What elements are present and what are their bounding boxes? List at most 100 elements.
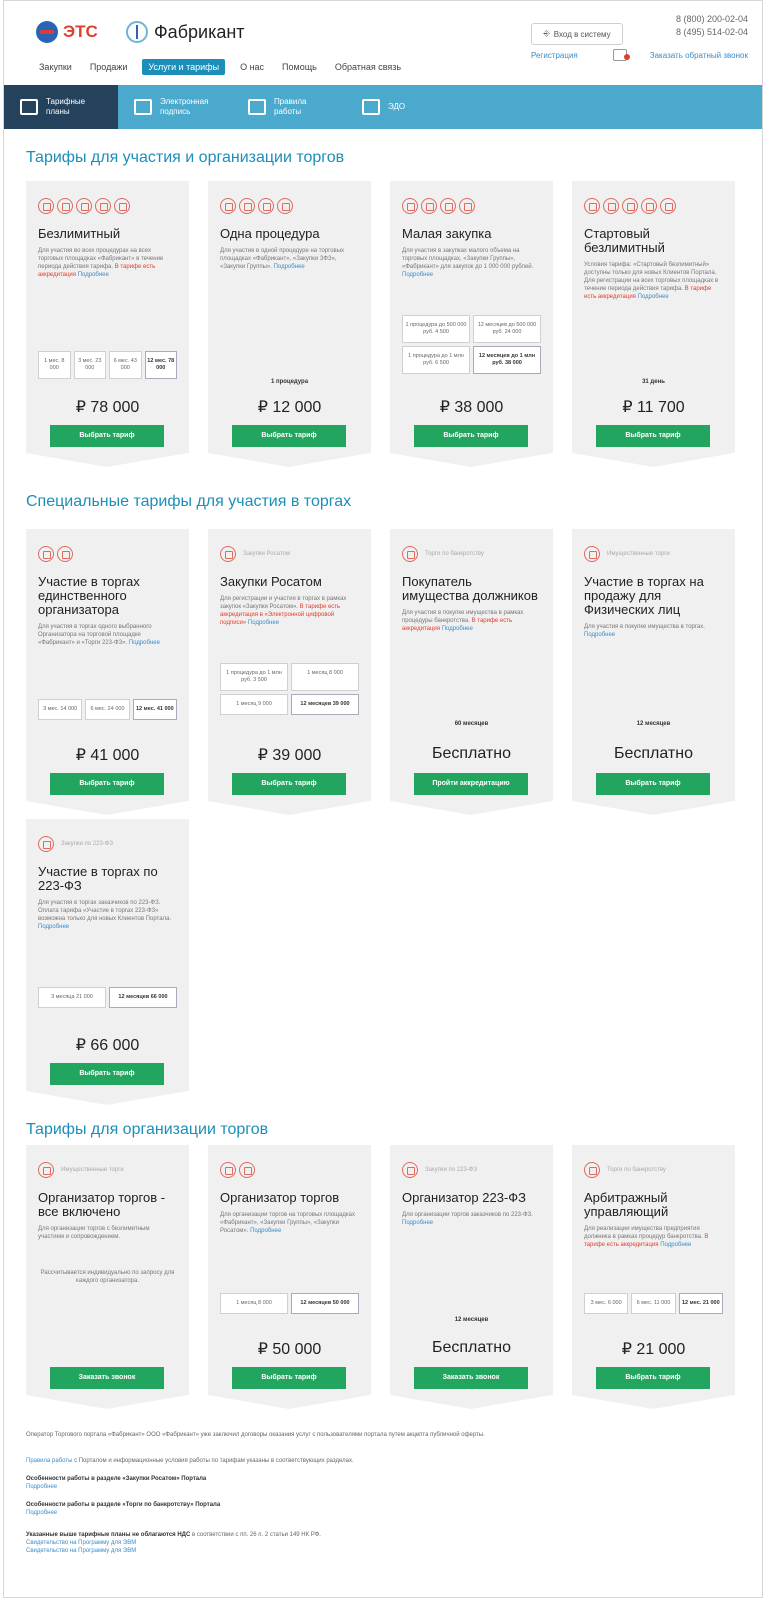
details-link[interactable]: Подробнее [638, 294, 669, 300]
tariff-card-arbitration-manager: Торги по банкротству Арбитражный управля… [572, 1145, 735, 1409]
subnav-edo[interactable]: ЭДО [346, 85, 460, 129]
nav-sales[interactable]: Продажи [87, 60, 131, 74]
bankruptcy-details-link[interactable]: Подробнее [26, 1510, 57, 1516]
request-call-button[interactable]: Заказать звонок [414, 1367, 528, 1389]
card-desc-text: Для организации торгов на торговых площа… [220, 1212, 355, 1234]
card-title: Организатор торгов - все включено [38, 1190, 166, 1219]
ets-logo[interactable]: ЭТС [36, 21, 98, 43]
card-icons [402, 197, 541, 215]
period-option-selected[interactable]: 12 месяцев 39 000 [291, 694, 359, 715]
period-label: 60 месяцев [454, 721, 489, 727]
footer-note-5: Указанные выше тарифные планы не облагаю… [26, 1531, 744, 1555]
details-link[interactable]: Подробнее [402, 272, 433, 278]
nav-about[interactable]: О нас [237, 60, 267, 74]
choose-tariff-button[interactable]: Выбрать тариф [50, 773, 164, 795]
period-option-selected[interactable]: 12 месяцев 50 000 [291, 1293, 359, 1314]
choose-tariff-button[interactable]: Выбрать тариф [414, 425, 528, 447]
details-link[interactable]: Подробнее [78, 272, 109, 278]
nav-feedback[interactable]: Обратная связь [332, 60, 404, 74]
choose-tariff-button[interactable]: Выбрать тариф [232, 1367, 346, 1389]
period-option[interactable]: 6 мес. 43 000 [109, 351, 142, 379]
period-option-selected[interactable]: 12 мес. 78 000 [144, 351, 177, 379]
tariff-card-organizer-all-inclusive: Имущественные торги Организатор торгов -… [26, 1145, 189, 1409]
period-option-selected[interactable]: 12 мес. 21 000 [678, 1293, 723, 1314]
icon-caption: Имущественные торги [607, 551, 670, 557]
card-pointer [208, 453, 370, 467]
icon-caption: Торги по банкротству [607, 1167, 666, 1173]
vat-note-text: в соответствии с пп. 26 п. 2 статьи 149 … [191, 1532, 321, 1538]
period-option[interactable]: 6 мес. 24 000 [85, 699, 130, 720]
subnav-signature[interactable]: Электронная подпись [118, 85, 232, 129]
card-title: Безлимитный [38, 226, 121, 241]
card-title: Участие в торгах на продажу для Физическ… [584, 574, 704, 617]
period-options: 1 процедура до 1 млн руб. 3 500 1 месяц … [220, 663, 359, 715]
software-certificate-link-1[interactable]: Свидетельство на Программу для ЭВМ [26, 1540, 136, 1546]
purchase-icon [402, 198, 418, 214]
period-option[interactable]: 6 мес. 11 000 [631, 1293, 676, 1314]
card-price: ₽ 66 000 [75, 1037, 140, 1054]
details-link[interactable]: Подробнее [402, 1220, 433, 1226]
fabrikant-logo[interactable]: Фабрикант [126, 21, 245, 43]
software-certificate-link-2[interactable]: Свидетельство на Программу для ЭВМ [26, 1548, 136, 1554]
period-option[interactable]: 1 процедура до 1 млн руб. 6 500 [402, 346, 470, 374]
details-link[interactable]: Подробнее [442, 626, 473, 632]
choose-tariff-button[interactable]: Выбрать тариф [50, 1063, 164, 1085]
period-option[interactable]: 1 процедура до 1 млн руб. 3 500 [220, 663, 288, 691]
period-option[interactable]: 1 мес. 8 000 [38, 351, 71, 379]
period-option[interactable]: 1 процедура до 500 000 руб. 4 500 [402, 315, 470, 343]
details-link[interactable]: Подробнее [38, 924, 69, 930]
cart-icon[interactable] [613, 49, 630, 61]
details-link[interactable]: Подробнее [584, 632, 615, 638]
details-link[interactable]: Подробнее [660, 1242, 691, 1248]
card-description: Для организации торгов с безлимитным уча… [38, 1226, 150, 1240]
period-option[interactable]: 3 месяца 21 000 [38, 987, 106, 1008]
details-link[interactable]: Подробнее [274, 264, 305, 270]
card-icons [38, 545, 177, 563]
nav-services[interactable]: Услуги и тарифы [142, 59, 226, 75]
details-link[interactable]: Подробнее [250, 1228, 281, 1234]
register-link[interactable]: Регистрация [531, 51, 578, 60]
period-option[interactable]: 1 месяц 8 000 [220, 1293, 288, 1314]
get-accreditation-button[interactable]: Пройти аккредитацию [414, 773, 528, 795]
request-call-button[interactable]: Заказать звонок [50, 1367, 164, 1389]
choose-tariff-button[interactable]: Выбрать тариф [50, 425, 164, 447]
choose-tariff-button[interactable]: Выбрать тариф [232, 425, 346, 447]
scales-icon [402, 546, 418, 562]
card-price: ₽ 11 700 [622, 399, 685, 416]
subnav-rules[interactable]: Правила работы [232, 85, 346, 129]
choose-tariff-button[interactable]: Выбрать тариф [232, 773, 346, 795]
subnav-tariffs[interactable]: Тарифные планы [4, 85, 118, 129]
card-pointer [572, 453, 734, 467]
card-price: ₽ 41 000 [75, 747, 140, 764]
period-option[interactable]: 3 мес. 6 000 [584, 1293, 629, 1314]
choose-tariff-button[interactable]: Выбрать тариф [596, 773, 710, 795]
details-link[interactable]: Подробнее [248, 620, 279, 626]
login-button[interactable]: ⎆ Вход в систему [531, 23, 623, 45]
period-option[interactable]: 1 месяц 8 000 [291, 663, 359, 691]
period-option[interactable]: 1 месяц 9 000 [220, 694, 288, 715]
card-icons [38, 197, 177, 215]
handshake-icon [459, 198, 475, 214]
icon-caption: Закупки по 223-ФЗ [425, 1167, 477, 1173]
period-option[interactable]: 3 мес. 14 000 [38, 699, 83, 720]
tariff-card-debtor-property: Торги по банкротству Покупатель имуществ… [390, 529, 553, 815]
callback-link[interactable]: Заказать обратный звонок [650, 51, 748, 60]
choose-tariff-button[interactable]: Выбрать тариф [596, 1367, 710, 1389]
site-header: ЭТС Фабрикант Закупки Продажи Услуги и т… [4, 1, 762, 85]
period-option[interactable]: 12 месяцев до 500 000 руб. 24 000 [473, 315, 541, 343]
choose-tariff-button[interactable]: Выбрать тариф [596, 425, 710, 447]
login-label: Вход в систему [553, 29, 611, 39]
tariff-card-organizer-223fz: Закупки по 223-ФЗ Организатор 223-ФЗ Для… [390, 1145, 553, 1409]
nav-purchases[interactable]: Закупки [36, 60, 75, 74]
rosatom-details-link[interactable]: Подробнее [26, 1484, 57, 1490]
period-option-selected[interactable]: 12 месяцев до 1 млн руб. 38 000 [473, 346, 541, 374]
card-description: Для участия в покупке имущества в торгах… [584, 623, 723, 639]
period-option-selected[interactable]: 12 месяцев 66 000 [109, 987, 177, 1008]
subnav-label: Тарифные планы [46, 97, 86, 116]
nav-help[interactable]: Помощь [279, 60, 320, 74]
rules-link[interactable]: Правила работы [26, 1458, 72, 1464]
period-option[interactable]: 3 мес. 23 000 [73, 351, 106, 379]
period-option-selected[interactable]: 12 мес. 41 000 [132, 699, 177, 720]
card-pointer [26, 1091, 188, 1105]
details-link[interactable]: Подробнее [129, 640, 160, 646]
